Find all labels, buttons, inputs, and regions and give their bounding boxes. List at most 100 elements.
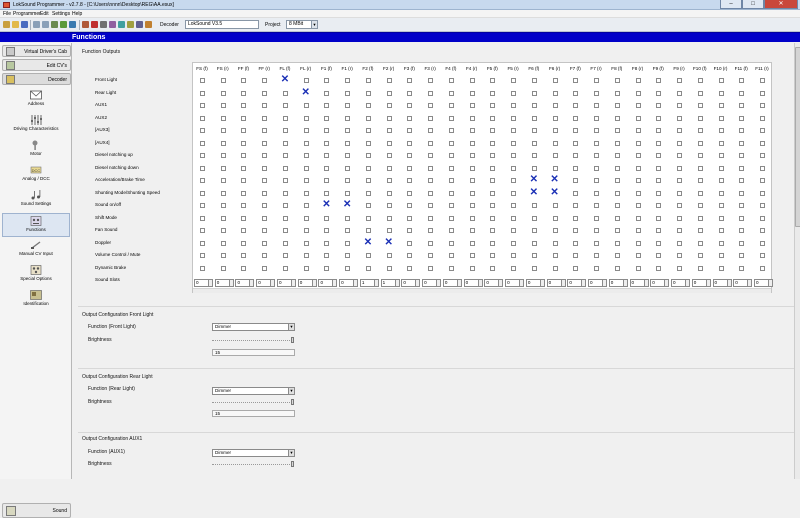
function-mapping-checkbox[interactable]	[241, 240, 247, 246]
function-mapping-checkbox[interactable]	[282, 253, 288, 258]
function-mapping-checkbox[interactable]	[428, 190, 434, 196]
function-mapping-checkbox[interactable]	[677, 265, 683, 271]
function-mapping-checkbox[interactable]	[759, 190, 765, 196]
function-mapping-checkbox[interactable]	[511, 178, 517, 183]
function-mapping-checkbox[interactable]	[739, 215, 745, 221]
function-mapping-checkbox[interactable]	[303, 165, 309, 171]
sound-slot-spinner[interactable]	[561, 279, 566, 287]
function-mapping-checkbox[interactable]	[200, 203, 205, 208]
function-mapping-checkbox[interactable]	[635, 240, 641, 246]
function-mapping-checked[interactable]: ✕	[529, 175, 539, 185]
function-mapping-checkbox[interactable]	[303, 215, 309, 221]
function-mapping-checkbox[interactable]	[759, 178, 765, 183]
function-mapping-checkbox[interactable]	[448, 78, 454, 83]
function-mapping-checkbox[interactable]	[469, 153, 475, 158]
function-mapping-checkbox[interactable]	[490, 140, 496, 146]
sound-slot-spinner[interactable]	[312, 279, 317, 287]
menu-edit[interactable]: Edit	[40, 11, 49, 17]
function-mapping-checkbox[interactable]	[282, 190, 288, 196]
function-mapping-checkbox[interactable]	[614, 128, 620, 133]
function-mapping-checkbox[interactable]	[428, 115, 434, 121]
function-mapping-checkbox[interactable]	[656, 103, 662, 108]
function-mapping-checkbox[interactable]	[303, 190, 309, 196]
function-mapping-checkbox[interactable]	[220, 115, 226, 121]
function-mapping-checkbox[interactable]	[324, 178, 330, 183]
function-mapping-checkbox[interactable]	[511, 203, 517, 208]
sidebar-item-identification[interactable]: Identification	[0, 290, 72, 306]
function-mapping-checkbox[interactable]	[531, 78, 537, 83]
function-mapping-checkbox[interactable]	[345, 140, 351, 146]
copy-icon[interactable]	[42, 21, 49, 28]
slider-knob[interactable]	[291, 461, 294, 467]
function-mapping-checkbox[interactable]	[282, 165, 288, 171]
function-mapping-checkbox[interactable]	[262, 153, 268, 158]
function-mapping-checkbox[interactable]	[386, 265, 392, 271]
function-mapping-checkbox[interactable]	[759, 153, 765, 158]
function-mapping-checked[interactable]: ✕	[301, 87, 311, 98]
function-mapping-checkbox[interactable]	[697, 153, 703, 158]
function-mapping-checkbox[interactable]	[262, 140, 268, 146]
function-mapping-checkbox[interactable]	[220, 165, 226, 171]
function-mapping-checkbox[interactable]	[324, 253, 330, 258]
function-mapping-checkbox[interactable]	[718, 190, 724, 196]
function-mapping-checkbox[interactable]	[469, 190, 475, 196]
function-mapping-checkbox[interactable]	[241, 115, 247, 121]
function-mapping-checkbox[interactable]	[345, 115, 351, 121]
maximize-button[interactable]: □	[742, 0, 764, 9]
function-mapping-checkbox[interactable]	[345, 128, 351, 133]
sidebar-item-motor[interactable]: Motor	[0, 140, 72, 156]
tab-sound[interactable]: Sound	[2, 503, 71, 518]
sound-slot-input[interactable]: 0	[256, 279, 272, 287]
function-mapping-checkbox[interactable]	[365, 140, 371, 146]
function-mapping-checkbox[interactable]	[677, 228, 683, 233]
brightness-value-field[interactable]: 15	[212, 349, 295, 356]
function-mapping-checkbox[interactable]	[324, 153, 330, 158]
function-mapping-checkbox[interactable]	[614, 90, 620, 96]
function-mapping-checkbox[interactable]	[303, 240, 309, 246]
function-mapping-checkbox[interactable]	[511, 265, 517, 271]
chevron-down-icon[interactable]: ▼	[288, 324, 294, 330]
function-mapping-checkbox[interactable]	[656, 253, 662, 258]
menu-file[interactable]: File	[3, 11, 11, 17]
function-mapping-checkbox[interactable]	[594, 265, 600, 271]
function-mapping-checked[interactable]: ✕	[529, 187, 539, 198]
function-mapping-checkbox[interactable]	[324, 215, 330, 221]
function-mapping-checkbox[interactable]	[262, 165, 268, 171]
function-mapping-checkbox[interactable]	[739, 203, 745, 208]
function-mapping-checkbox[interactable]	[511, 103, 517, 108]
function-mapping-checkbox[interactable]	[511, 215, 517, 221]
function-mapping-checkbox[interactable]	[200, 190, 205, 196]
program-icon[interactable]	[69, 21, 76, 28]
function-mapping-checkbox[interactable]	[241, 103, 247, 108]
function-mapping-checkbox[interactable]	[573, 103, 579, 108]
function-mapping-checkbox[interactable]	[697, 228, 703, 233]
sound-slot-input[interactable]: 0	[629, 279, 645, 287]
sound-slot-input[interactable]: 0	[650, 279, 666, 287]
function-mapping-checkbox[interactable]	[262, 128, 268, 133]
function-mapping-checkbox[interactable]	[428, 265, 434, 271]
function-mapping-checkbox[interactable]	[697, 178, 703, 183]
sound-slot-spinner[interactable]	[271, 279, 276, 287]
sound-slot-input[interactable]: 0	[442, 279, 458, 287]
function-mapping-checkbox[interactable]	[365, 153, 371, 158]
sound-slot-input[interactable]: 0	[422, 279, 438, 287]
function-mapping-checkbox[interactable]	[573, 253, 579, 258]
function-mapping-checkbox[interactable]	[262, 90, 268, 96]
function-mapping-checkbox[interactable]	[345, 153, 351, 158]
function-mapping-checkbox[interactable]	[345, 228, 351, 233]
function-mapping-checkbox[interactable]	[635, 228, 641, 233]
function-mapping-checked[interactable]: ✕	[550, 175, 560, 185]
function-mapping-checkbox[interactable]	[282, 215, 288, 221]
function-mapping-checkbox[interactable]	[448, 115, 454, 121]
function-mapping-checkbox[interactable]	[718, 153, 724, 158]
function-mapping-checkbox[interactable]	[407, 240, 413, 246]
function-mapping-checkbox[interactable]	[345, 165, 351, 171]
function-mapping-checkbox[interactable]	[573, 190, 579, 196]
scrollbar-thumb[interactable]	[795, 47, 800, 227]
function-mapping-checkbox[interactable]	[490, 128, 496, 133]
sound-icon[interactable]	[109, 21, 116, 28]
minimize-button[interactable]: –	[720, 0, 742, 9]
function-mapping-checkbox[interactable]	[697, 90, 703, 96]
function-mapping-checkbox[interactable]	[469, 128, 475, 133]
function-mapping-checkbox[interactable]	[573, 215, 579, 221]
